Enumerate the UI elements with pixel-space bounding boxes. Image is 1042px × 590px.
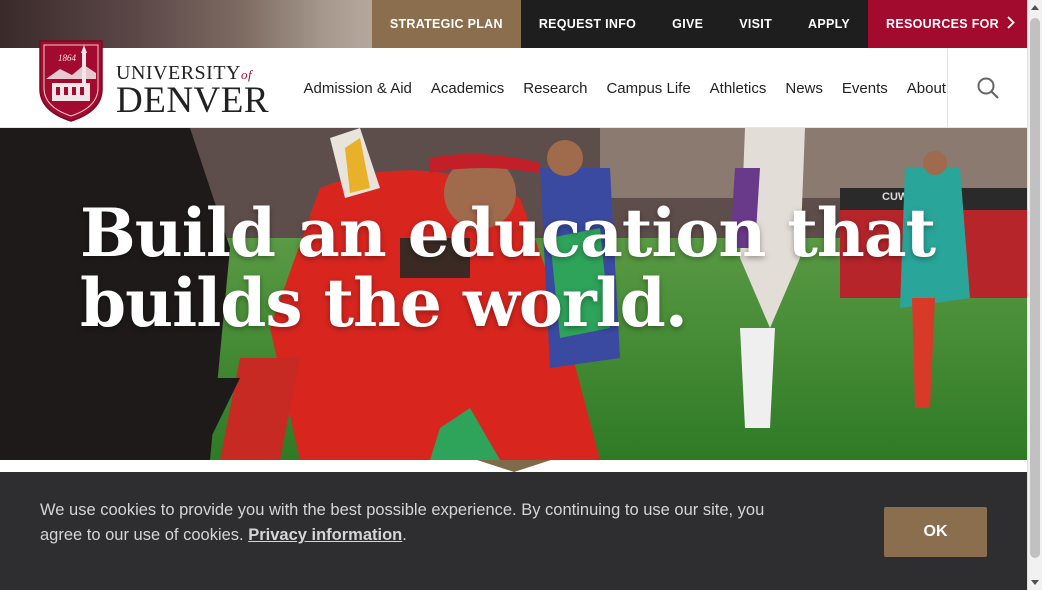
logo-year: 1864: [58, 53, 77, 63]
wordmark-bottom: DENVER: [116, 80, 270, 121]
nav-athletics[interactable]: Athletics: [700, 80, 776, 97]
shield-logo-icon: 1864: [39, 40, 103, 122]
nav-research[interactable]: Research: [514, 80, 597, 97]
resources-for-label: RESOURCES FOR: [886, 17, 999, 31]
chevron-right-icon: [1007, 16, 1015, 32]
nav-events[interactable]: Events: [832, 80, 897, 97]
utility-nav: STRATEGIC PLAN REQUEST INFO GIVE VISIT A…: [371, 0, 1027, 48]
give-link[interactable]: GIVE: [654, 0, 722, 48]
cookie-message: We use cookies to provide you with the b…: [40, 501, 765, 544]
hero-banner: CUW Build an education that builds the w…: [0, 128, 1027, 460]
scroll-down-icon[interactable]: [1031, 580, 1039, 585]
hero-headline-line1: Build an education that: [80, 194, 936, 272]
request-info-link[interactable]: REQUEST INFO: [520, 0, 655, 48]
visit-link[interactable]: VISIT: [721, 0, 791, 48]
site-header: 1864 UNIVERSITYof DENVER Admission & Aid…: [0, 40, 1027, 128]
search-button[interactable]: [947, 48, 1027, 128]
nav-campus-life[interactable]: Campus Life: [597, 80, 700, 97]
strategic-plan-link[interactable]: STRATEGIC PLAN: [371, 0, 521, 48]
search-icon: [977, 77, 999, 99]
privacy-information-link[interactable]: Privacy information: [248, 526, 402, 544]
nav-admission-aid[interactable]: Admission & Aid: [294, 80, 421, 97]
cookie-banner: We use cookies to provide you with the b…: [0, 472, 1027, 590]
hero-notch: [477, 460, 551, 472]
cookie-text: We use cookies to provide you with the b…: [40, 501, 765, 544]
hero-headline-line2: builds the world.: [80, 264, 688, 342]
main-nav: Admission & Aid Academics Research Campu…: [294, 48, 955, 128]
university-logo[interactable]: 1864 UNIVERSITYof DENVER: [38, 39, 269, 123]
scrollbar-thumb[interactable]: [1030, 18, 1040, 558]
scroll-up-icon[interactable]: [1031, 5, 1039, 10]
apply-link[interactable]: APPLY: [790, 0, 869, 48]
wordmark: UNIVERSITYof DENVER: [116, 63, 269, 119]
hero-headline: Build an education that builds the world…: [80, 194, 936, 342]
resources-for-button[interactable]: RESOURCES FOR: [868, 0, 1027, 48]
nav-news[interactable]: News: [776, 80, 833, 97]
nav-academics[interactable]: Academics: [421, 80, 513, 97]
page-scrollbar[interactable]: [1027, 0, 1042, 590]
cookie-ok-button[interactable]: OK: [884, 507, 987, 557]
